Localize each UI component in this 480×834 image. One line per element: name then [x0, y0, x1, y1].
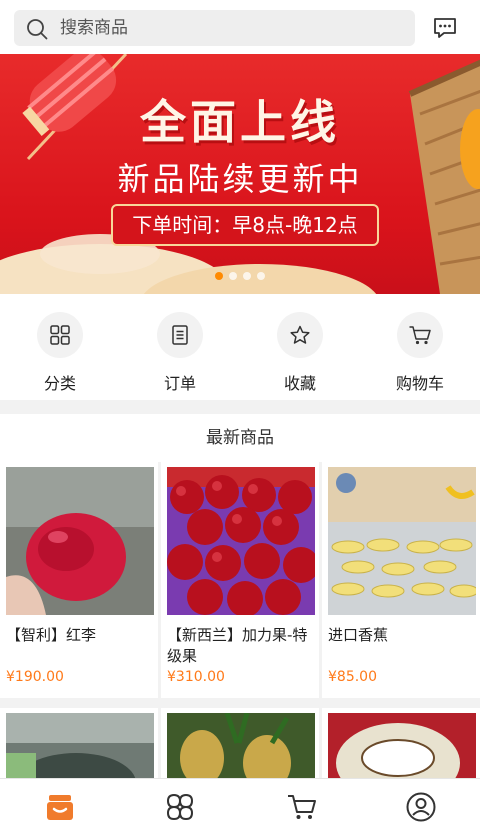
banner-subtitle: 新品陆续更新中: [117, 160, 363, 198]
app-page: 搜索商品 全面上线 新品陆续更新中 下单时间：早8点-晚12点 分类 订单 收藏…: [0, 0, 480, 834]
nav-label: 购物车: [395, 374, 444, 393]
product-image: [167, 713, 315, 783]
nav-item-orders[interactable]: 订单: [120, 312, 240, 393]
nav-label: 订单: [163, 374, 196, 393]
nav-label: 收藏: [283, 374, 316, 393]
carousel-dot[interactable]: [229, 272, 237, 280]
search-bar[interactable]: 搜索商品: [14, 10, 415, 46]
banner-order-time: 下单时间：早8点-晚12点: [111, 204, 379, 246]
nav-label: 分类: [43, 374, 76, 393]
product-image: [328, 467, 476, 615]
product-image: [6, 467, 154, 615]
carousel-dot[interactable]: [215, 272, 223, 280]
header: 搜索商品: [0, 0, 480, 52]
product-price: ¥310.00: [167, 669, 225, 685]
product-price: ¥190.00: [6, 669, 64, 685]
category-icon[interactable]: [164, 791, 196, 823]
message-icon[interactable]: [432, 15, 458, 41]
product-image: [328, 713, 476, 783]
product-name: 【智利】红李: [6, 626, 97, 644]
quick-nav: 分类 订单 收藏 购物车: [0, 294, 480, 400]
star-icon: [290, 325, 310, 344]
cart-icon: [409, 326, 431, 345]
nav-icon-circle: [37, 312, 83, 358]
nav-icon-circle: [397, 312, 443, 358]
nav-item-category[interactable]: 分类: [0, 312, 120, 393]
nav-item-favorites[interactable]: 收藏: [240, 312, 360, 393]
product-name: 【新西兰】加力果-特级果: [167, 626, 308, 665]
product-name: 进口香蕉: [328, 626, 389, 644]
carousel-dot[interactable]: [257, 272, 265, 280]
nav-icon-circle: [157, 312, 203, 358]
cart-icon[interactable]: [286, 791, 318, 823]
search-placeholder: 搜索商品: [60, 18, 128, 38]
promo-banner[interactable]: 全面上线 新品陆续更新中 下单时间：早8点-晚12点: [0, 54, 480, 294]
product-card[interactable]: [0, 708, 158, 788]
user-icon[interactable]: [405, 791, 437, 823]
nav-item-cart[interactable]: 购物车: [360, 312, 480, 393]
search-icon: [27, 19, 48, 40]
section-title: 最新商品: [0, 414, 480, 460]
section-divider: [0, 400, 480, 414]
product-card[interactable]: 【智利】红李 ¥190.00: [0, 462, 158, 698]
banner-title: 全面上线: [140, 95, 340, 149]
product-card[interactable]: 【新西兰】加力果-特级果 ¥310.00: [161, 462, 319, 698]
carousel-dot[interactable]: [243, 272, 251, 280]
home-shop-icon[interactable]: [44, 791, 76, 823]
product-price: ¥85.00: [328, 669, 377, 685]
product-image: [6, 713, 154, 783]
nav-icon-circle: [277, 312, 323, 358]
carousel-indicator: [215, 272, 265, 280]
document-icon: [172, 325, 188, 345]
bottom-tab-bar: [0, 778, 480, 834]
product-grid: 【智利】红李 ¥190.00 【新西兰】加力果-特级果 ¥310.00 进口香蕉…: [0, 462, 480, 788]
product-card[interactable]: 进口香蕉 ¥85.00: [322, 462, 480, 698]
product-image: [167, 467, 315, 615]
product-card[interactable]: [322, 708, 480, 788]
grid-icon: [50, 325, 70, 345]
product-card[interactable]: [161, 708, 319, 788]
